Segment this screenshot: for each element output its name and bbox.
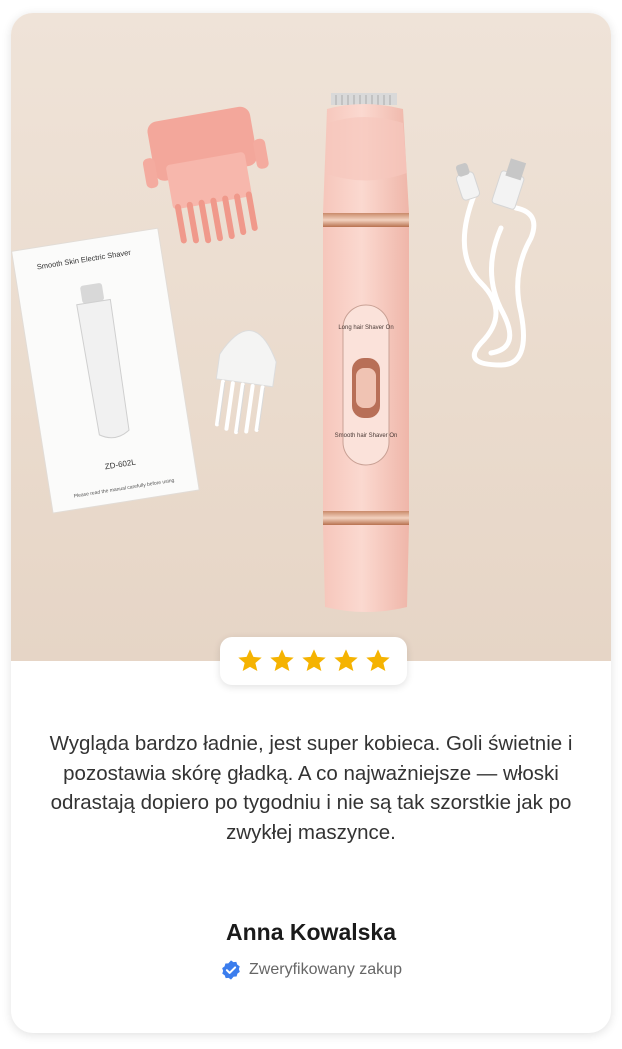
verified-purchase: Zweryfikowany zakup (11, 959, 611, 981)
cleaning-brush (214, 330, 277, 435)
switch-label-bottom: Smooth hair Shaver On (335, 433, 398, 439)
verified-badge-icon (222, 960, 240, 980)
product-photo: Smooth Skin Electric Shaver ZD-602L Plea… (11, 13, 611, 661)
switch-label-top: Long hair Shaver On (338, 325, 393, 331)
star-icon (301, 649, 326, 672)
star-icon (333, 649, 358, 672)
review-author: Anna Kowalska (226, 919, 396, 945)
usb-a-plug (491, 158, 527, 210)
verified-label: Zweryfikowany zakup (249, 961, 402, 978)
usb-c-plug (455, 163, 481, 201)
star-icon (365, 649, 390, 672)
product-illustration: Smooth Skin Electric Shaver ZD-602L Plea… (11, 93, 537, 612)
review-card: Smooth Skin Electric Shaver ZD-602L Plea… (11, 13, 611, 1033)
star-icon (269, 649, 294, 672)
shaver-device: Long hair Shaver On Smooth hair Shaver O… (323, 93, 409, 612)
star-rating (220, 637, 407, 685)
usb-cable (461, 190, 537, 368)
review-text: Wygląda bardzo ładnie, jest super kobiec… (49, 732, 573, 844)
manual-booklet: Smooth Skin Electric Shaver ZD-602L Plea… (11, 227, 200, 514)
star-icon (237, 649, 262, 672)
